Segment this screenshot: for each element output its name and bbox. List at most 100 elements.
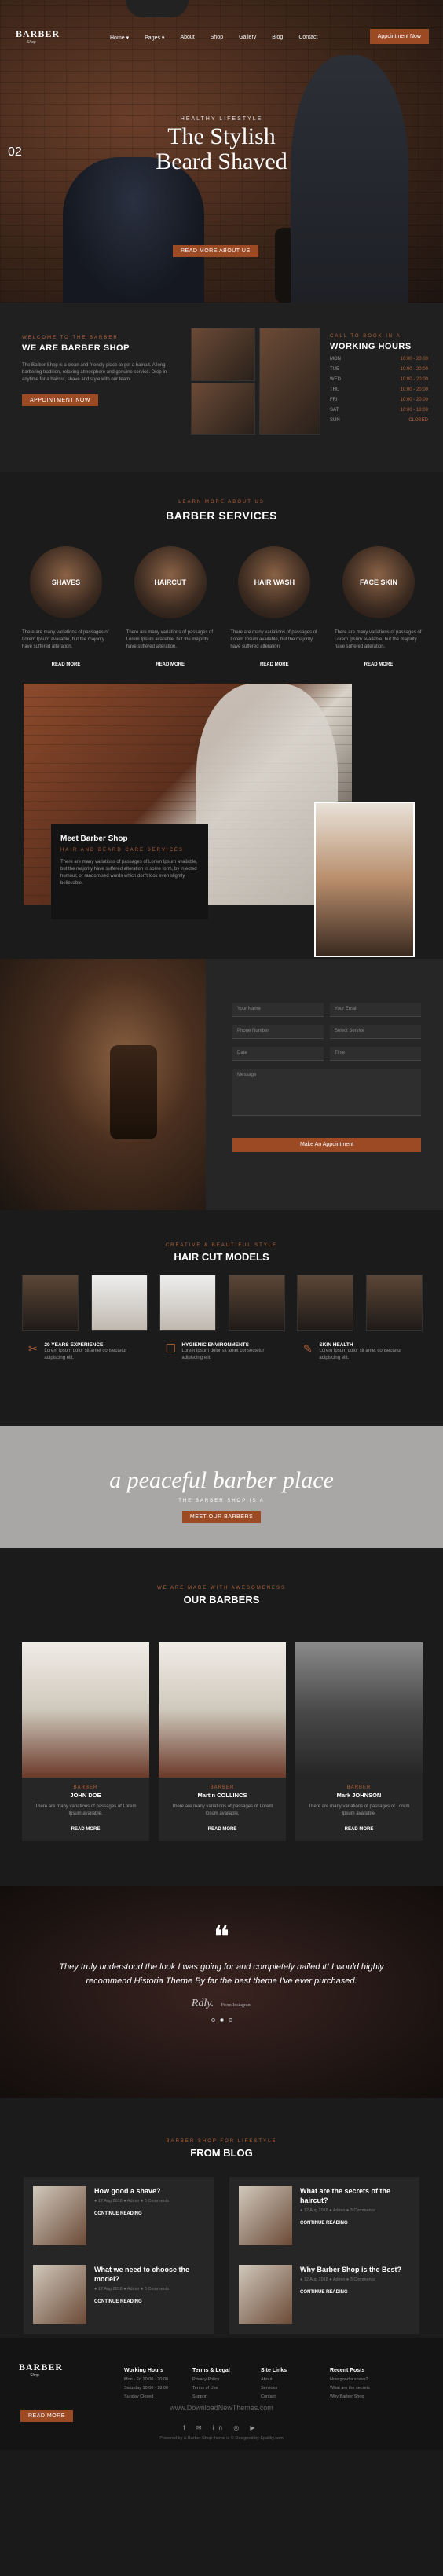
blog-post-card: What are the secrets of the haircut? ● 1… — [229, 2177, 419, 2255]
continue-reading-link[interactable]: CONTINUE READING — [300, 2290, 401, 2295]
time-input[interactable]: Time — [330, 1047, 421, 1061]
welcome-title: WE ARE BARBER SHOP — [22, 343, 130, 353]
welcome-appointment-button[interactable]: Appointment Now — [22, 394, 98, 406]
hero-title-line2: Beard Shaved — [156, 149, 287, 174]
appointment-form-section: Your Name Your Email Phone Number Select… — [0, 959, 443, 1210]
nav-shop[interactable]: Shop — [203, 31, 231, 44]
barbers-title: OUR BARBERS — [183, 1594, 260, 1605]
haircut-title: HAIR CUT MODELS — [174, 1251, 269, 1263]
testimonial-source: From Instagram — [221, 2003, 252, 2008]
haircut-model-image[interactable] — [22, 1275, 79, 1331]
footer-link[interactable]: Privacy Policy — [192, 2377, 255, 2382]
welcome-text: The Barber Shop is a clean and friendly … — [22, 363, 167, 382]
service-name: FACE SKIN — [359, 578, 397, 586]
service-read-more[interactable]: READ MORE — [22, 662, 110, 667]
continue-reading-link[interactable]: CONTINUE READING — [94, 2299, 204, 2304]
service-card: SHAVES There are many variations of pass… — [22, 546, 110, 667]
blog-post-title[interactable]: How good a shave? — [94, 2186, 169, 2196]
haircut-model-image[interactable] — [365, 1275, 423, 1331]
blog-post-title[interactable]: What we need to choose the model? — [94, 2265, 204, 2284]
footer-link[interactable]: Contact — [261, 2394, 324, 2399]
barber-read-more[interactable]: READ MORE — [302, 1827, 416, 1832]
name-input[interactable]: Your Name — [232, 1003, 324, 1017]
footer-link[interactable]: Why Barber Shop — [330, 2394, 393, 2399]
barber-photo — [295, 1642, 423, 1778]
barber-desc: There are many variations of passages of… — [171, 1804, 273, 1816]
site-logo[interactable]: BARBER Shop — [16, 28, 60, 53]
blog-post-card: How good a shave? ● 12 Aug 2018 ● Admin … — [24, 2177, 214, 2255]
blog-post-image[interactable] — [33, 2186, 86, 2245]
haircut-model-image[interactable] — [159, 1275, 217, 1331]
footer-column: Recent Posts How good a shave? What are … — [330, 2368, 393, 2399]
carousel-dot[interactable] — [211, 2018, 215, 2022]
hours-day: MON — [330, 357, 341, 361]
peaceful-title: a peaceful barber place — [109, 1467, 334, 1493]
carousel-dot[interactable] — [228, 2018, 232, 2022]
barber-read-more[interactable]: READ MORE — [28, 1827, 143, 1832]
service-read-more[interactable]: READ MORE — [335, 662, 423, 667]
hours-day: FRI — [330, 398, 338, 402]
service-desc: There are many variations of passages of… — [334, 630, 422, 649]
client-figure — [63, 157, 204, 303]
service-image[interactable]: SHAVES — [30, 546, 102, 618]
blog-post-title[interactable]: What are the secrets of the haircut? — [300, 2186, 410, 2205]
service-desc: There are many variations of passages of… — [230, 630, 317, 649]
quote-icon: ❝ — [213, 1921, 230, 1954]
hours-row: SAT 10:00 - 18:00 — [330, 408, 428, 413]
email-input[interactable]: Your Email — [330, 1003, 421, 1017]
razor-icon: ✎ — [303, 1342, 313, 1355]
date-input[interactable]: Date — [232, 1047, 324, 1061]
footer-read-more-button[interactable]: Read More — [20, 2410, 73, 2422]
footer-link[interactable]: Services — [261, 2386, 324, 2391]
hero-kicker: HEALTHY LIFESTYLE — [180, 116, 263, 122]
phone-input[interactable]: Phone Number — [232, 1025, 324, 1039]
appointment-button[interactable]: Appointment Now — [369, 29, 429, 44]
make-appointment-button[interactable]: Make An Appointment — [232, 1138, 421, 1152]
working-hours: CALL TO BOOK IN A WORKING HOURS MON 10:00… — [330, 334, 428, 423]
haircut-model-image[interactable] — [90, 1275, 148, 1331]
nav-about[interactable]: About — [172, 31, 202, 44]
footer-link[interactable]: What are the secrets — [330, 2386, 393, 2391]
logo-text: BARBER — [16, 28, 60, 39]
blog-post-image[interactable] — [239, 2265, 292, 2324]
haircut-model-image[interactable] — [228, 1275, 285, 1331]
nav-pages[interactable]: Pages ▾ — [137, 31, 172, 44]
meet-barbers-button[interactable]: MEET OUR BARBERS — [181, 1511, 262, 1523]
service-image[interactable]: FACE SKIN — [342, 546, 415, 618]
services-section: LEARN MORE ABOUT US BARBER SERVICES SHAV… — [0, 472, 443, 684]
haircut-model-image[interactable] — [297, 1275, 354, 1331]
service-select[interactable]: Select Service — [330, 1025, 421, 1039]
continue-reading-link[interactable]: CONTINUE READING — [300, 2221, 410, 2226]
nav-home[interactable]: Home ▾ — [102, 31, 137, 44]
footer-logo[interactable]: BARBER Shop — [19, 2361, 62, 2387]
continue-reading-link[interactable]: CONTINUE READING — [94, 2211, 169, 2216]
service-image[interactable]: HAIRCUT — [134, 546, 207, 618]
hours-day: SUN — [330, 418, 340, 423]
services-title: BARBER SERVICES — [166, 509, 277, 522]
blog-post-image[interactable] — [239, 2186, 292, 2245]
barber-read-more[interactable]: READ MORE — [165, 1827, 280, 1832]
blog-post-image[interactable] — [33, 2265, 86, 2324]
barber-role: BARBER — [73, 1785, 98, 1790]
nav-blog[interactable]: Blog — [264, 31, 291, 44]
footer-column-title: Terms & Legal — [192, 2368, 230, 2373]
footer-link[interactable]: Terms of Use — [192, 2386, 255, 2391]
service-image[interactable]: HAIR WASH — [238, 546, 311, 618]
carousel-dot-active[interactable] — [219, 2018, 224, 2022]
nav-gallery[interactable]: Gallery — [231, 31, 264, 44]
service-read-more[interactable]: READ MORE — [230, 662, 318, 667]
barber-name: JOHN DOE — [70, 1792, 101, 1799]
service-read-more[interactable]: READ MORE — [126, 662, 214, 667]
footer-link[interactable]: How good a shave? — [330, 2377, 393, 2382]
footer-link[interactable]: Support — [192, 2394, 255, 2399]
nav-contact[interactable]: Contact — [291, 31, 325, 44]
social-icons[interactable]: f ✉ in ◎ ▶ — [0, 2424, 443, 2431]
haircut-models-section: CREATIVE & BEAUTIFUL STYLE HAIR CUT MODE… — [0, 1210, 443, 1426]
footer-link: Mon - Fri 10:00 - 20:00 — [124, 2377, 168, 2382]
message-textarea[interactable]: Message — [232, 1069, 421, 1116]
hero-read-more-button[interactable]: READ MORE ABOUT US — [173, 245, 258, 257]
blog-post-meta: ● 12 Aug 2018 ● Admin ● 3 Comments — [300, 2208, 375, 2213]
barber-photo — [22, 1642, 149, 1778]
footer-link[interactable]: About — [261, 2377, 324, 2382]
blog-post-title[interactable]: Why Barber Shop is the Best? — [300, 2265, 401, 2274]
